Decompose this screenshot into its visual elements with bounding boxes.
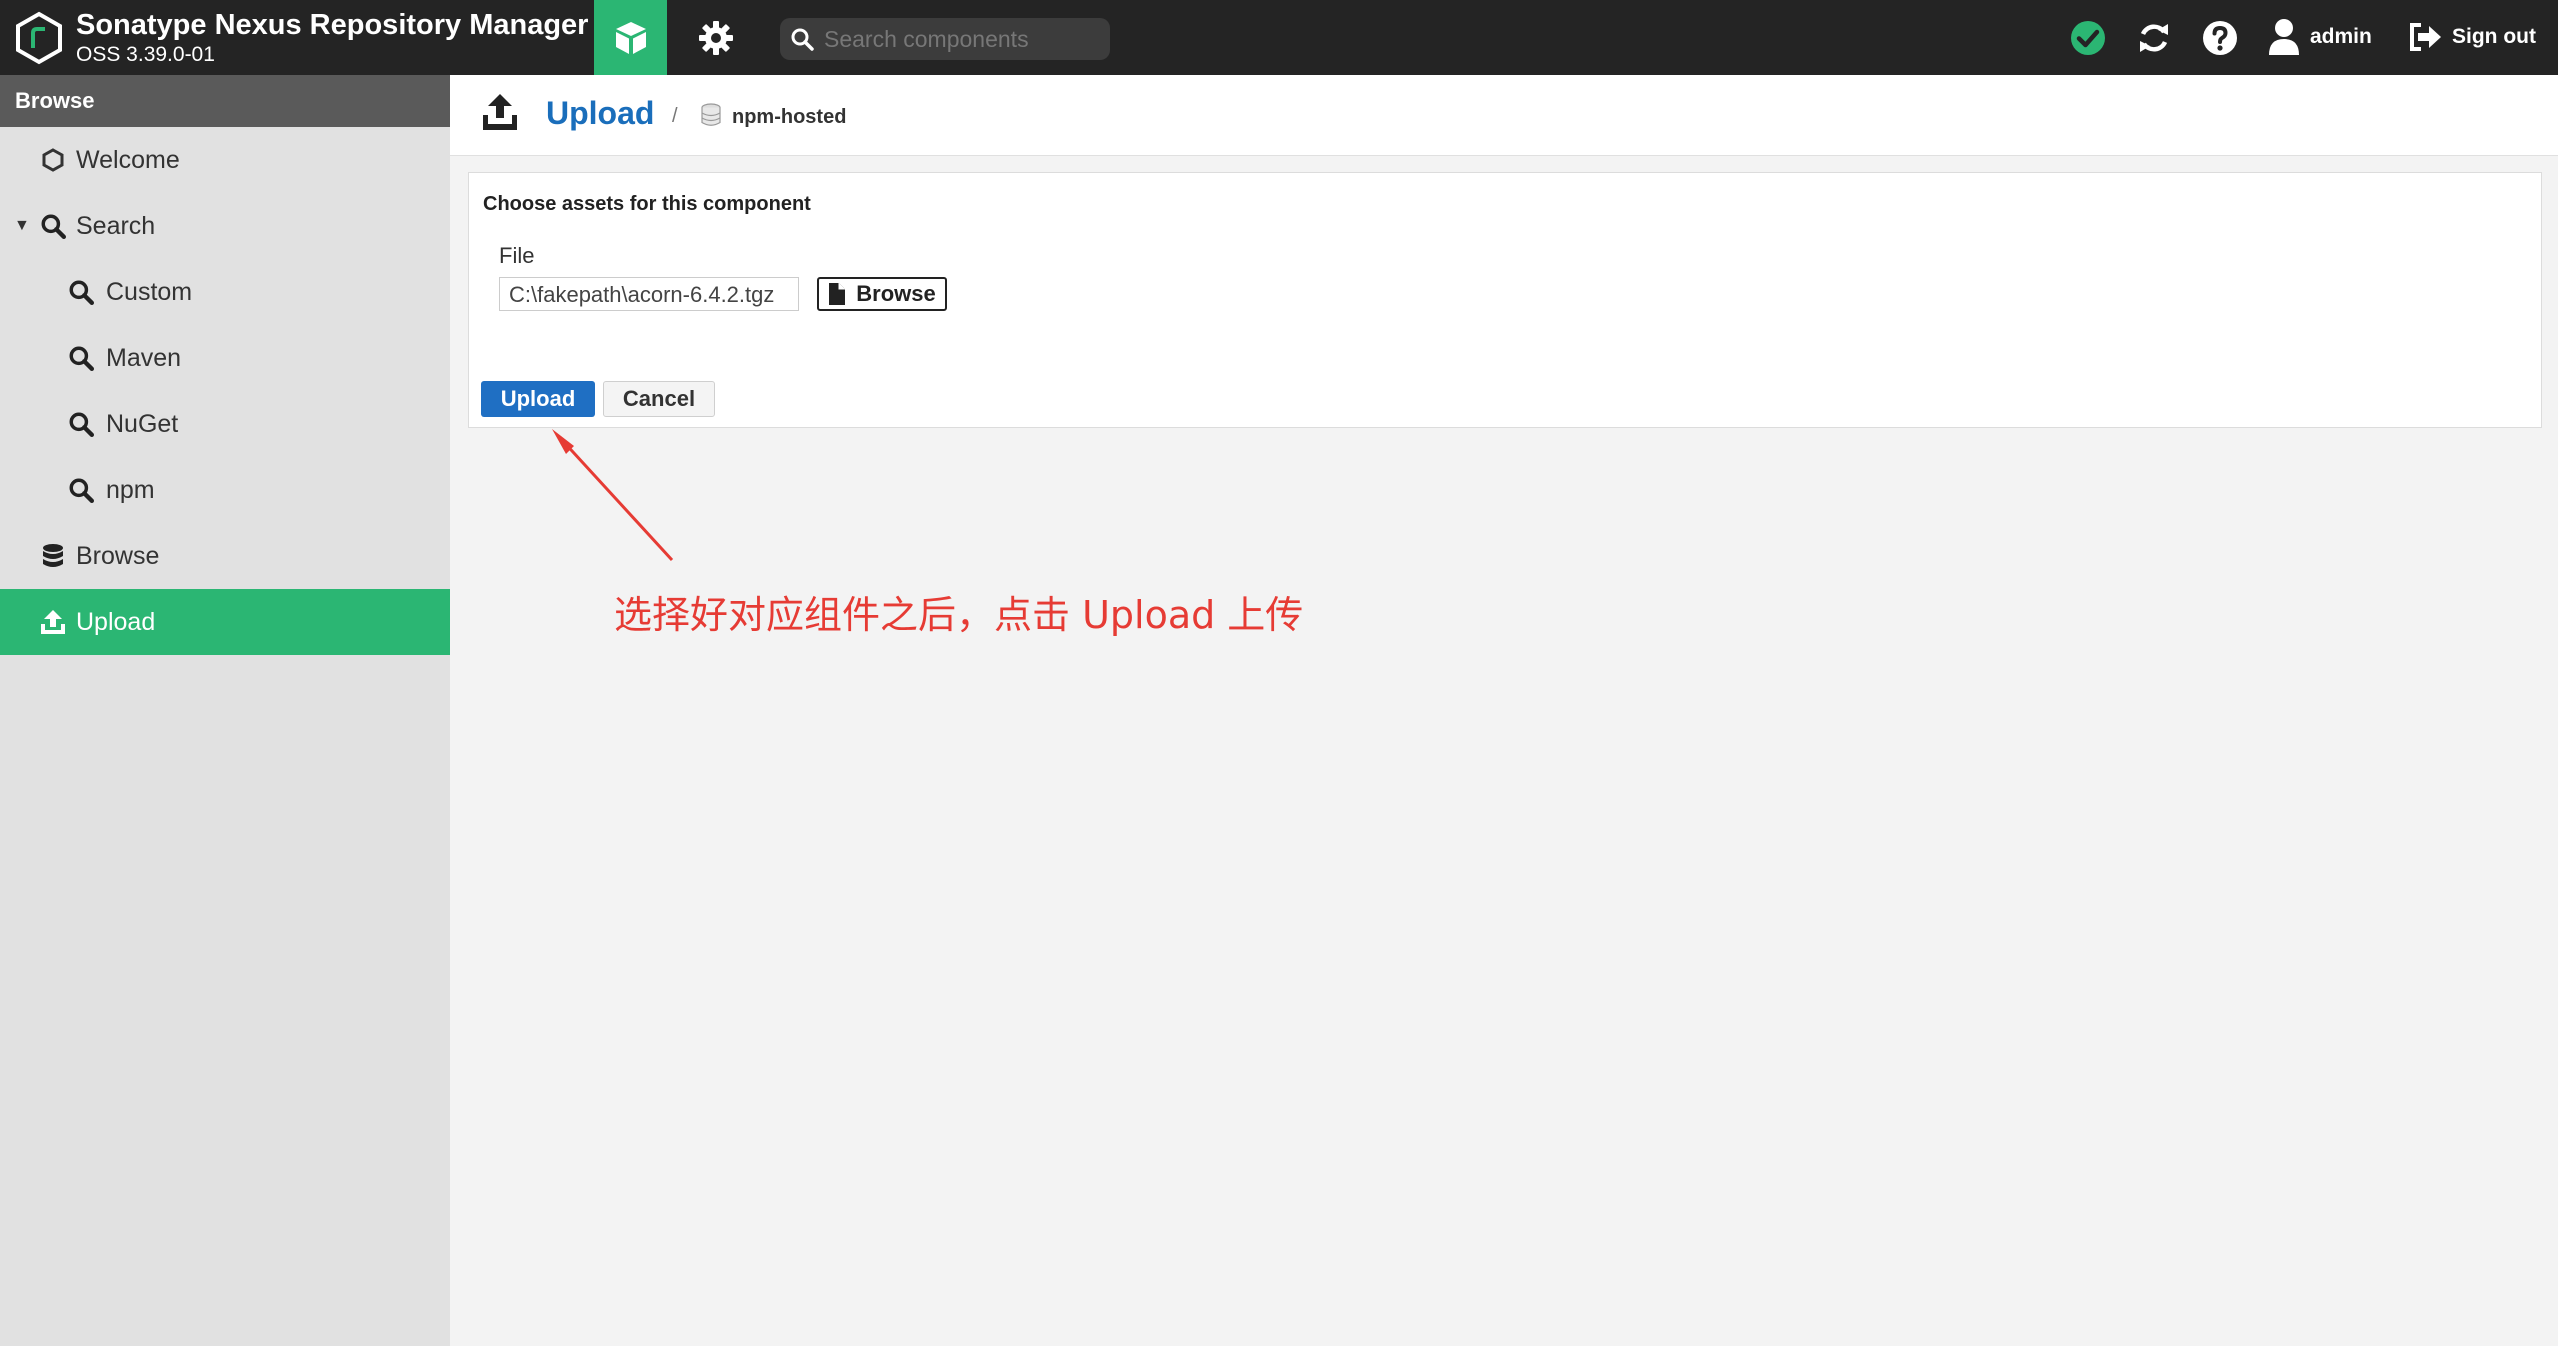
nexus-logo-icon [16,11,62,65]
sidebar-item-search[interactable]: ▼ Search [0,193,450,259]
sidebar-item-label: Upload [76,607,156,636]
search-icon [66,411,96,437]
sidebar-item-browse[interactable]: Browse [0,523,450,589]
upload-icon [483,94,517,130]
sidebar-item-maven[interactable]: Maven [0,325,450,391]
sidebar-item-nuget[interactable]: NuGet [0,391,450,457]
sidebar-item-label: Maven [106,343,182,372]
file-field-label: File [499,243,535,268]
cube-icon [615,21,646,54]
admin-mode-button[interactable] [690,0,742,75]
app-version: OSS 3.39.0-01 [76,43,215,66]
database-icon [701,103,721,126]
search-input[interactable] [822,24,1096,54]
search-icon [38,213,68,239]
breadcrumb: Upload / npm-hosted [450,75,2558,156]
annotation-text: 选择好对应组件之后，点击 Upload 上传 [614,593,1304,637]
sidebar-item-label: npm [106,475,155,504]
check-circle-icon [2071,21,2105,55]
sidebar-heading: Browse [0,75,450,127]
form-heading: Choose assets for this component [483,193,811,215]
sidebar-item-custom[interactable]: Custom [0,259,450,325]
file-path-field[interactable]: C:\fakepath\acorn-6.4.2.tgz [499,277,799,311]
sign-out-button[interactable]: Sign out [2408,14,2536,60]
hexagon-icon [38,148,68,172]
breadcrumb-repository: npm-hosted [732,106,847,128]
upload-form-panel: Choose assets for this component File C:… [468,172,2542,428]
user-icon [2269,19,2299,55]
gear-icon [699,20,733,55]
brand[interactable]: Sonatype Nexus Repository Manager OSS 3.… [14,10,588,66]
sign-out-icon [2410,23,2441,51]
browse-file-button[interactable]: Browse [817,277,947,311]
search-icon [66,477,96,503]
page-title[interactable]: Upload [546,95,654,132]
caret-down-icon[interactable]: ▼ [14,217,30,235]
search-icon [791,28,814,51]
upload-icon [38,609,68,635]
refresh-button[interactable] [2134,18,2174,58]
sidebar-item-label: NuGet [106,409,179,438]
sign-out-label: Sign out [2452,25,2536,48]
cancel-button[interactable]: Cancel [603,381,715,417]
sidebar-item-label: Browse [76,541,160,570]
search-components[interactable] [780,18,1110,60]
file-icon [829,283,846,305]
refresh-icon [2140,24,2168,52]
sidebar-item-label: Welcome [76,145,180,174]
app-title: Sonatype Nexus Repository Manager [76,9,589,41]
user-menu[interactable]: admin [2268,14,2372,60]
upload-button[interactable]: Upload [481,381,595,417]
sidebar-item-npm[interactable]: npm [0,457,450,523]
username: admin [2310,25,2372,48]
browse-label: Browse [856,281,936,306]
sidebar: Browse Welcome ▼ Search Custom Maven NuG… [0,75,450,1346]
sidebar-item-upload[interactable]: Upload [0,589,450,655]
database-icon [38,543,68,569]
breadcrumb-separator: / [672,105,678,127]
help-button[interactable] [2200,18,2240,58]
browse-mode-button[interactable] [594,0,667,75]
sidebar-item-welcome[interactable]: Welcome [0,127,450,193]
sidebar-item-label: Search [76,211,156,240]
search-icon [66,279,96,305]
help-icon [2203,21,2237,55]
sidebar-item-label: Custom [106,277,193,306]
top-header: Sonatype Nexus Repository Manager OSS 3.… [0,0,2558,75]
system-status-button[interactable] [2068,18,2108,58]
search-icon [66,345,96,371]
